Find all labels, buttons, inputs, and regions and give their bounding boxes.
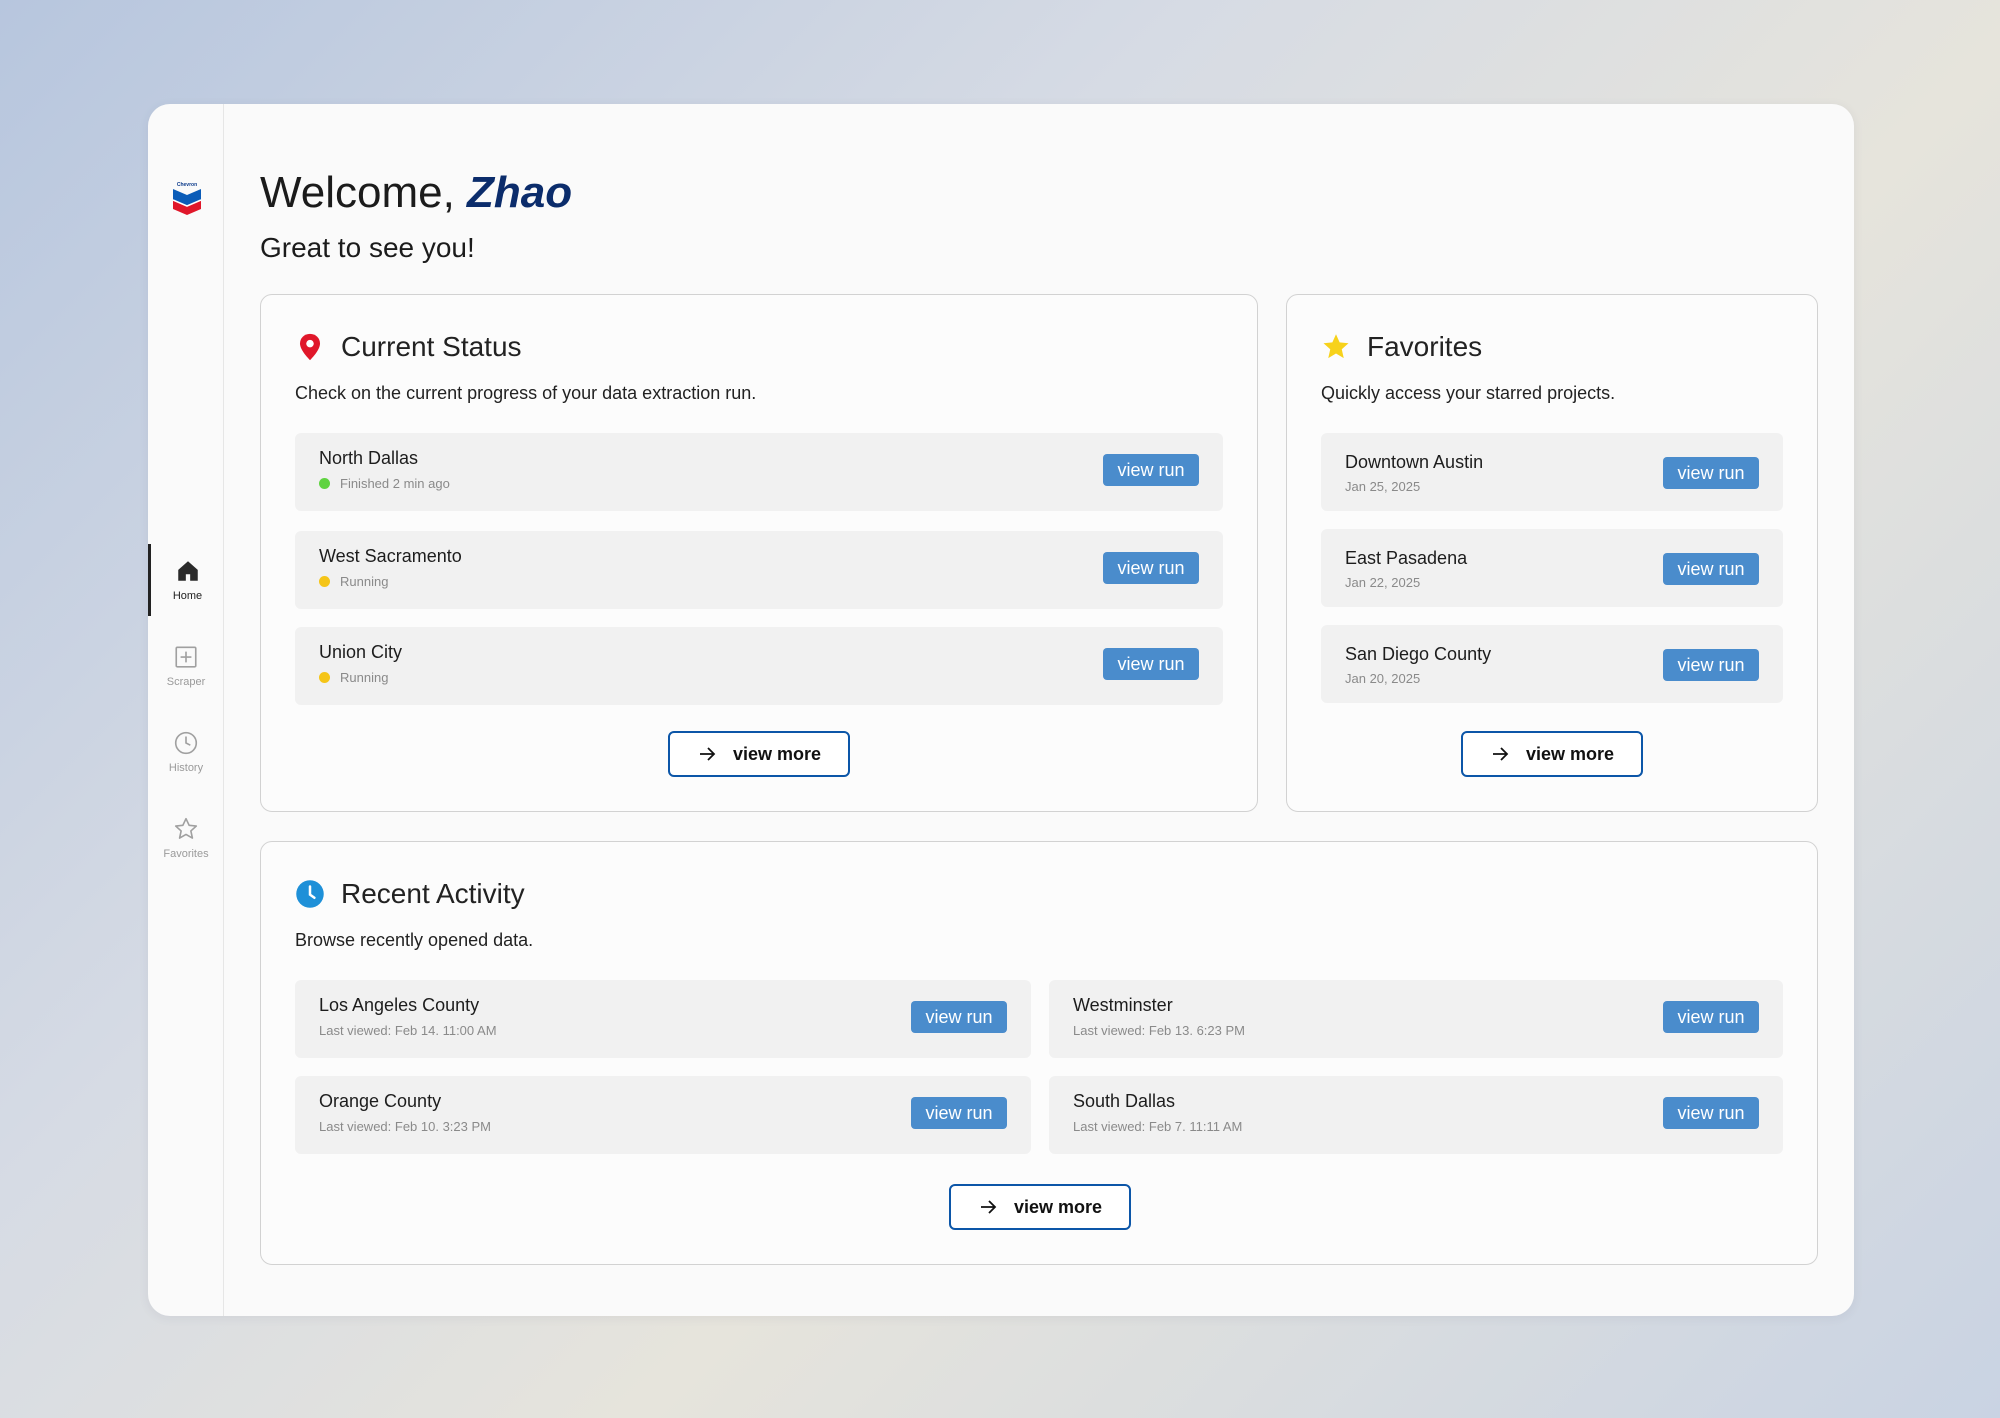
main-content: Welcome, Zhao Great to see you! Current … — [224, 104, 1854, 1316]
view-run-button[interactable]: view run — [1663, 553, 1759, 585]
view-more-label: view more — [1013, 1196, 1103, 1217]
view-more-label: view more — [1525, 743, 1615, 764]
favorite-row: San Diego County Jan 20, 2025 view run — [1321, 625, 1783, 703]
activity-row: South Dallas Last viewed: Feb 7. 11:11 A… — [1049, 1076, 1783, 1154]
view-run-button[interactable]: view run — [1663, 457, 1759, 489]
nav-home[interactable]: Home — [148, 544, 224, 616]
view-run-button[interactable]: view run — [1103, 648, 1199, 680]
current-status-description: Check on the current progress of your da… — [295, 383, 757, 403]
run-status: Running — [340, 670, 389, 685]
activity-name: Los Angeles County — [319, 995, 480, 1015]
view-run-button[interactable]: view run — [1103, 552, 1199, 584]
svg-text:Chevron: Chevron — [177, 182, 197, 188]
view-run-button[interactable]: view run — [1663, 1097, 1759, 1129]
favorites-title: Favorites — [1367, 331, 1483, 362]
arrow-right-icon — [980, 1200, 997, 1214]
recent-activity-title: Recent Activity — [341, 878, 525, 909]
recent-activity-description: Browse recently opened data. — [295, 930, 534, 950]
activity-row: Orange County Last viewed: Feb 10. 3:23 … — [295, 1076, 1031, 1154]
favorite-row: East Pasadena Jan 22, 2025 view run — [1321, 529, 1783, 607]
activity-name: Westminster — [1073, 995, 1173, 1015]
clock-icon — [296, 880, 324, 908]
view-run-button[interactable]: view run — [1663, 649, 1759, 681]
favorite-row: Downtown Austin Jan 25, 2025 view run — [1321, 433, 1783, 511]
favorite-date: Jan 25, 2025 — [1345, 479, 1421, 494]
run-status: Running — [340, 574, 389, 589]
status-row: North Dallas Finished 2 min ago view run — [295, 433, 1223, 511]
run-name: Union City — [319, 642, 403, 662]
current-status-card: Current Status Check on the current prog… — [260, 294, 1258, 812]
run-name: North Dallas — [319, 448, 419, 468]
recent-activity-view-more-button[interactable]: view more — [949, 1184, 1131, 1230]
activity-last-viewed: Last viewed: Feb 7. 11:11 AM — [1073, 1119, 1243, 1134]
nav-history-label: History — [168, 762, 204, 774]
activity-name: South Dallas — [1073, 1091, 1176, 1111]
activity-last-viewed: Last viewed: Feb 13. 6:23 PM — [1073, 1023, 1245, 1038]
user-name: Zhao — [467, 168, 573, 217]
sidebar: Chevron Home Scraper History Favorites — [148, 104, 224, 1316]
greeting-text: Welcome, — [260, 168, 455, 217]
recent-activity-card: Recent Activity Browse recently opened d… — [260, 841, 1818, 1265]
welcome-heading: Welcome, Zhao — [260, 168, 572, 218]
nav-history[interactable]: History — [148, 716, 224, 788]
favorites-view-more-button[interactable]: view more — [1461, 731, 1643, 777]
activity-name: Orange County — [319, 1091, 442, 1111]
activity-last-viewed: Last viewed: Feb 14. 11:00 AM — [319, 1023, 497, 1038]
run-status: Finished 2 min ago — [340, 476, 450, 491]
favorite-name: East Pasadena — [1345, 548, 1468, 568]
current-status-view-more-button[interactable]: view more — [668, 731, 850, 777]
favorite-date: Jan 20, 2025 — [1345, 671, 1421, 686]
favorite-name: Downtown Austin — [1345, 452, 1484, 472]
favorite-date: Jan 22, 2025 — [1345, 575, 1421, 590]
status-dot — [319, 672, 330, 683]
view-run-button[interactable]: view run — [911, 1097, 1007, 1129]
view-more-label: view more — [732, 743, 822, 764]
star-icon — [1323, 334, 1349, 359]
arrow-right-icon — [1492, 747, 1509, 761]
view-run-button[interactable]: view run — [911, 1001, 1007, 1033]
nav-home-label: Home — [172, 590, 203, 602]
location-pin-icon — [300, 333, 320, 361]
nav-favorites-label: Favorites — [163, 848, 209, 860]
view-run-button[interactable]: view run — [1663, 1001, 1759, 1033]
status-row: Union City Running view run — [295, 627, 1223, 705]
activity-last-viewed: Last viewed: Feb 10. 3:23 PM — [319, 1119, 491, 1134]
chevron-logo[interactable]: Chevron — [172, 180, 202, 216]
run-name: West Sacramento — [319, 546, 462, 566]
clock-icon — [174, 731, 198, 755]
favorites-description: Quickly access your starred projects. — [1321, 383, 1616, 403]
nav-scraper[interactable]: Scraper — [148, 630, 224, 702]
plus-square-icon — [175, 646, 197, 668]
status-row: West Sacramento Running view run — [295, 531, 1223, 609]
favorites-card: Favorites Quickly access your starred pr… — [1286, 294, 1818, 812]
arrow-right-icon — [699, 747, 716, 761]
current-status-title: Current Status — [341, 331, 522, 362]
activity-row: Los Angeles County Last viewed: Feb 14. … — [295, 980, 1031, 1058]
welcome-subtitle: Great to see you! — [260, 232, 475, 263]
activity-row: Westminster Last viewed: Feb 13. 6:23 PM… — [1049, 980, 1783, 1058]
status-dot — [319, 478, 330, 489]
view-run-button[interactable]: view run — [1103, 454, 1199, 486]
star-outline-icon — [174, 817, 198, 839]
nav-favorites[interactable]: Favorites — [148, 802, 224, 874]
nav-scraper-label: Scraper — [166, 676, 206, 688]
app-window: Chevron Home Scraper History Favorites W… — [148, 104, 1854, 1316]
favorite-name: San Diego County — [1345, 644, 1492, 664]
status-dot — [319, 576, 330, 587]
home-icon — [177, 561, 198, 581]
